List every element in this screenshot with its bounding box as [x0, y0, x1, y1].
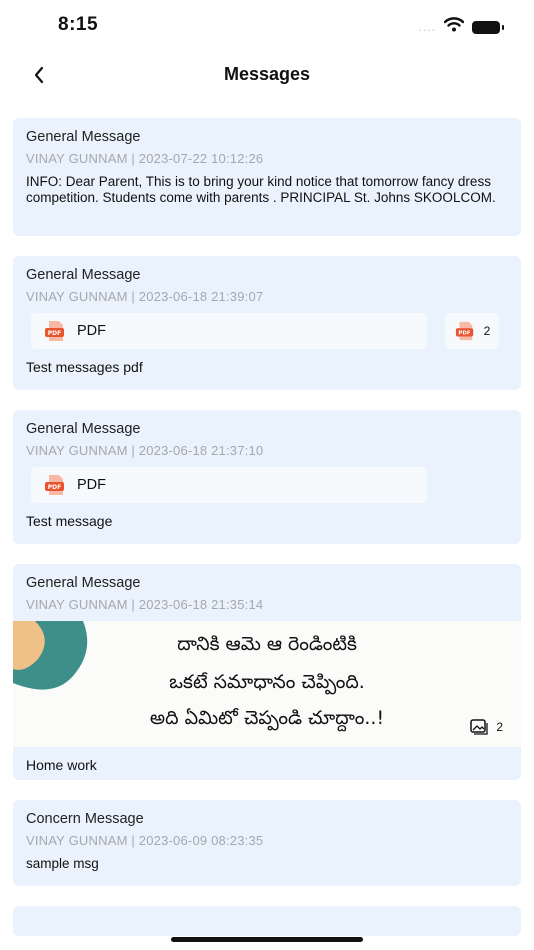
image-text-line: దానికి ఆమె ఆ రెండింటికి — [177, 633, 357, 655]
svg-text:PDF: PDF — [48, 484, 61, 491]
nav-bar: Messages — [0, 52, 534, 98]
image-text-line: అది ఏమిటో చెప్పండి చూద్దాం..! — [149, 707, 385, 729]
message-caption: Test messages pdf — [26, 359, 143, 375]
image-text-line: ఒకటే సమాధానం చెప్పింది. — [169, 671, 365, 693]
attachment-count-button[interactable]: PDF 2 — [445, 313, 499, 349]
message-meta: VINAY GUNNAM | 2023-06-18 21:39:07 — [26, 289, 264, 304]
pdf-attachment[interactable]: PDF PDF — [31, 467, 427, 503]
attachment-row: PDF PDF — [26, 467, 508, 503]
image-count-badge[interactable]: 2 — [470, 719, 503, 735]
image-attachment[interactable]: దానికి ఆమె ఆ రెండింటికి ఒకటే సమాధానం చెప… — [13, 621, 521, 747]
message-meta: VINAY GUNNAM | 2023-06-18 21:35:14 — [26, 597, 264, 612]
message-body: sample msg — [26, 856, 99, 871]
message-type: General Message — [26, 267, 141, 283]
pdf-icon: PDF — [45, 475, 64, 495]
attachment-row: PDF PDF PDF 2 — [26, 313, 508, 349]
wifi-icon — [443, 17, 465, 37]
message-meta: VINAY GUNNAM | 2023-07-22 10:12:26 — [26, 151, 264, 166]
page-title: Messages — [223, 64, 311, 84]
pdf-attachment[interactable]: PDF PDF — [31, 313, 427, 349]
pdf-icon: PDF — [45, 321, 64, 341]
message-card[interactable]: Concern Message VINAY GUNNAM | 2023-06-0… — [13, 800, 521, 886]
status-icons: .... — [418, 17, 504, 37]
message-meta: VINAY GUNNAM | 2023-06-18 21:37:10 — [26, 443, 264, 458]
message-card[interactable]: General Message VINAY GUNNAM | 2023-06-1… — [13, 410, 521, 544]
message-meta: VINAY GUNNAM | 2023-06-09 08:23:35 — [26, 833, 264, 848]
status-time: 8:15 — [58, 14, 99, 35]
image-count: 2 — [496, 720, 503, 734]
message-caption: Test message — [26, 513, 113, 529]
attachment-label: PDF — [77, 323, 106, 339]
svg-text:PDF: PDF — [48, 330, 61, 337]
message-type: General Message — [26, 575, 141, 591]
message-card[interactable]: General Message VINAY GUNNAM | 2023-07-2… — [13, 118, 521, 236]
message-type: Concern Message — [26, 811, 144, 827]
message-caption: Home work — [26, 757, 97, 773]
attachment-label: PDF — [77, 477, 106, 493]
pdf-icon: PDF — [455, 321, 473, 341]
message-card[interactable]: General Message VINAY GUNNAM | 2023-06-1… — [13, 564, 521, 780]
message-body: INFO: Dear Parent, This is to bring your… — [26, 174, 496, 205]
status-bar: 8:15 .... — [0, 0, 534, 50]
signal-icon: .... — [418, 20, 436, 34]
message-card-partial[interactable] — [13, 906, 521, 936]
gallery-icon — [470, 719, 488, 735]
svg-text:PDF: PDF — [458, 331, 470, 337]
message-type: General Message — [26, 421, 141, 437]
message-list[interactable]: General Message VINAY GUNNAM | 2023-07-2… — [13, 118, 521, 936]
attachment-count: 2 — [483, 324, 491, 338]
message-type: General Message — [26, 129, 141, 145]
message-card[interactable]: General Message VINAY GUNNAM | 2023-06-1… — [13, 256, 521, 390]
home-indicator[interactable] — [171, 937, 363, 942]
battery-icon — [472, 20, 504, 34]
